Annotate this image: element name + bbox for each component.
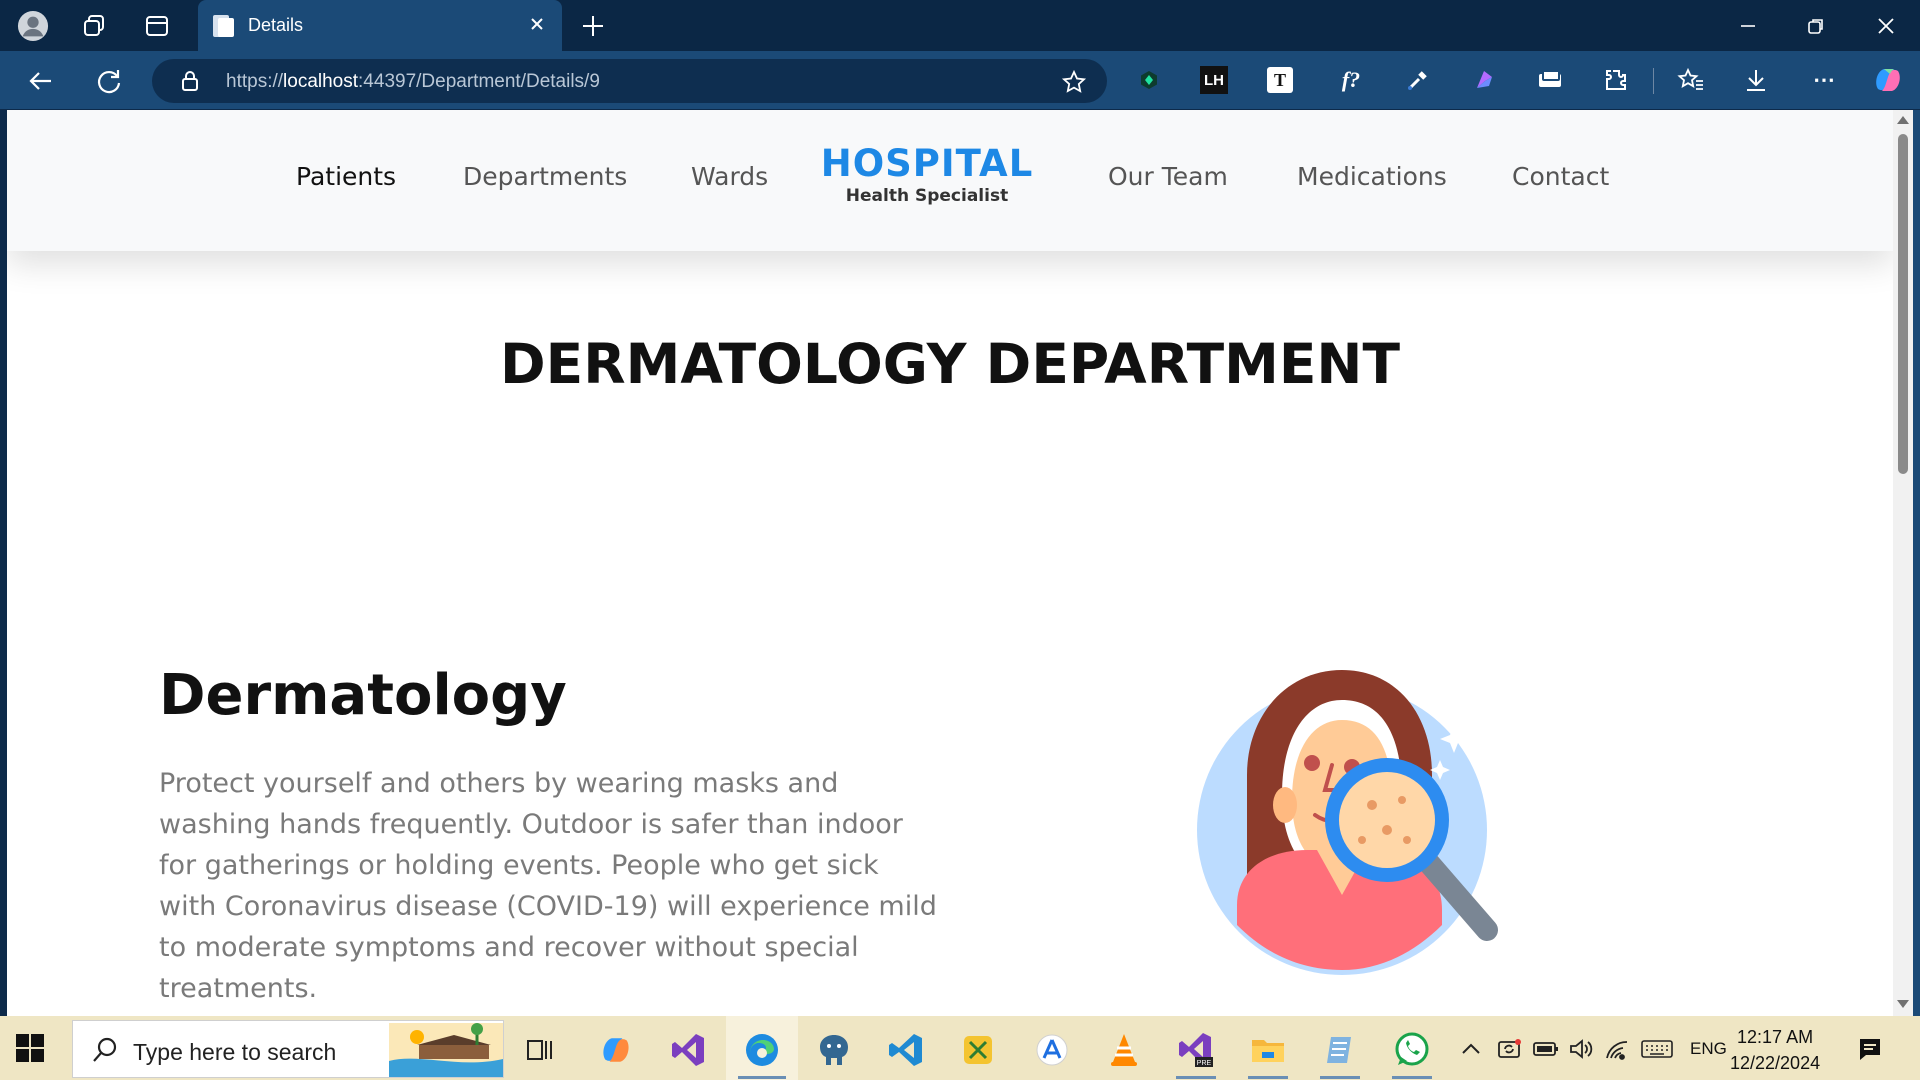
show-hidden-icons-icon[interactable] [1460, 1036, 1482, 1062]
battery-icon[interactable] [1532, 1036, 1560, 1062]
pgadmin-icon[interactable] [812, 1028, 856, 1072]
vs-preview-running-indicator [1176, 1076, 1216, 1079]
snipping-tool-icon[interactable] [956, 1028, 1000, 1072]
section-heading: Dermatology [159, 663, 567, 728]
explorer-running-indicator [1248, 1076, 1288, 1079]
scrollbar-thumb[interactable] [1898, 134, 1908, 474]
toolbar-divider [1653, 68, 1654, 94]
purple-extension-icon[interactable] [1468, 64, 1500, 96]
site-logo[interactable]: HOSPITAL Health Specialist [807, 142, 1047, 207]
search-placeholder: Type here to search [133, 1039, 337, 1065]
windows-start-icon[interactable] [14, 1032, 46, 1064]
t-extension-label: T [1273, 69, 1286, 90]
notepad-icon[interactable] [1318, 1028, 1362, 1072]
whatsapp-running-indicator [1392, 1076, 1432, 1079]
url-host: localhost [283, 71, 359, 92]
font-extension-icon[interactable]: f? [1335, 64, 1367, 96]
scroll-up-icon[interactable] [1897, 116, 1909, 124]
edge-active-indicator [738, 1076, 786, 1079]
address-bar[interactable]: https://localhost:44397/Department/Detai… [152, 59, 1107, 103]
url-path: :44397/Department/Details/9 [358, 71, 600, 92]
hex-extension-icon[interactable] [1133, 64, 1165, 96]
restore-icon[interactable] [1796, 10, 1836, 42]
visual-studio-icon[interactable] [666, 1028, 710, 1072]
nav-link-wards[interactable]: Wards [691, 162, 768, 191]
taskbar-search-box[interactable]: Type here to search [72, 1020, 504, 1078]
page-scrollbar[interactable] [1893, 110, 1913, 1016]
search-icon [93, 1037, 117, 1062]
downloads-icon[interactable] [1740, 64, 1772, 96]
edge-icon[interactable] [740, 1028, 784, 1072]
nav-link-departments[interactable]: Departments [463, 162, 627, 191]
url-scheme: https:// [226, 71, 284, 92]
extensions-icon[interactable] [1600, 64, 1632, 96]
app-store-icon[interactable] [1030, 1028, 1074, 1072]
visual-studio-preview-icon[interactable]: PRE [1174, 1028, 1218, 1072]
notepad-running-indicator [1320, 1076, 1360, 1079]
copilot-taskbar-icon[interactable] [594, 1028, 638, 1072]
close-window-icon[interactable] [1866, 10, 1906, 42]
scroll-down-icon[interactable] [1897, 1000, 1909, 1008]
dermatology-illustration [1197, 670, 1498, 975]
browser-title-bar: Details [0, 0, 1920, 51]
volume-icon[interactable] [1568, 1036, 1594, 1062]
workspaces-icon[interactable] [78, 10, 110, 42]
search-highlight-illustration-icon [389, 1023, 503, 1077]
input-language[interactable]: ENG [1690, 1036, 1727, 1062]
logo-brand: HOSPITAL [820, 142, 1034, 185]
file-explorer-icon[interactable] [1246, 1028, 1290, 1072]
windows-taskbar: Type here to search PRE ENG 12:17 AM 12/… [0, 1016, 1920, 1080]
nav-link-contact[interactable]: Contact [1512, 162, 1609, 191]
favorite-star-icon[interactable] [1061, 69, 1087, 95]
section-description: Protect yourself and others by wearing m… [159, 768, 937, 1004]
lock-icon[interactable] [180, 70, 200, 92]
eyedropper-extension-icon[interactable] [1402, 64, 1434, 96]
nav-link-patients[interactable]: Patients [296, 162, 396, 191]
back-icon[interactable] [24, 64, 58, 98]
vscode-icon[interactable] [884, 1028, 928, 1072]
notifications-icon[interactable] [1857, 1036, 1883, 1062]
sync-tray-icon[interactable] [1496, 1036, 1522, 1062]
task-view-icon[interactable] [518, 1028, 562, 1072]
lh-extension-label: LH [1204, 71, 1224, 89]
nav-link-medications[interactable]: Medications [1297, 162, 1447, 191]
nav-link-our-team[interactable]: Our Team [1108, 162, 1228, 191]
url-text[interactable]: https://localhost:44397/Department/Detai… [226, 71, 600, 93]
refresh-icon[interactable] [92, 64, 126, 98]
svg-text:PRE: PRE [1197, 1060, 1212, 1067]
logo-tagline: Health Specialist [845, 186, 1009, 206]
window-border [1913, 110, 1920, 1016]
t-extension-icon[interactable]: T [1267, 67, 1293, 93]
wifi-icon[interactable] [1604, 1036, 1630, 1062]
minimize-icon[interactable] [1728, 10, 1768, 42]
vertical-tabs-icon[interactable] [141, 10, 173, 42]
copilot-icon[interactable] [1872, 64, 1904, 96]
department-title: DERMATOLOGY DEPARTMENT [500, 332, 1400, 396]
taskbar-clock[interactable]: 12:17 AM 12/22/2024 [1730, 1024, 1820, 1076]
lh-extension-icon[interactable]: LH [1200, 66, 1228, 94]
browser-toolbar: https://localhost:44397/Department/Detai… [0, 51, 1920, 109]
font-extension-label: f? [1341, 67, 1361, 92]
profile-avatar-icon[interactable] [17, 10, 49, 42]
vlc-icon[interactable] [1102, 1028, 1146, 1072]
keyboard-icon[interactable] [1640, 1036, 1674, 1062]
browser-tab-active[interactable]: Details [198, 0, 562, 51]
tab-title: Details [248, 15, 304, 35]
site-header: Patients Departments Wards HOSPITAL Heal… [7, 110, 1893, 251]
clock-time: 12:17 AM [1737, 1027, 1814, 1047]
whatsapp-icon[interactable] [1390, 1028, 1434, 1072]
page-favicon-icon [213, 15, 234, 37]
new-tab-icon[interactable] [578, 11, 608, 41]
more-menu-icon[interactable]: ⋯ [1808, 64, 1840, 96]
close-tab-icon[interactable] [526, 13, 548, 35]
screen-extension-icon[interactable] [1534, 64, 1566, 96]
clock-date: 12/22/2024 [1730, 1053, 1821, 1073]
page-viewport: Patients Departments Wards HOSPITAL Heal… [7, 110, 1893, 1016]
favorites-icon[interactable] [1675, 64, 1707, 96]
